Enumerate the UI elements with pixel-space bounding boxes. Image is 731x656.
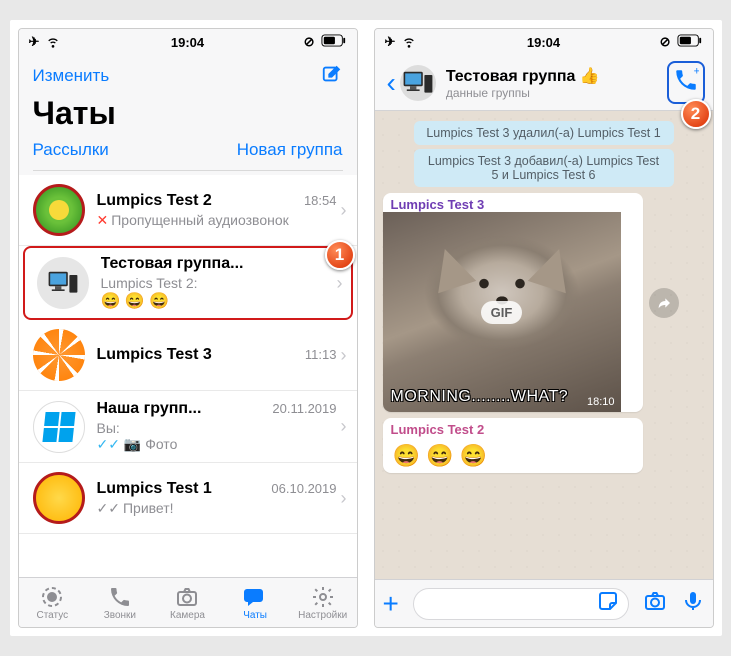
tab-label: Настройки	[298, 610, 347, 621]
tab-label: Статус	[36, 610, 68, 621]
chat-time: 06.10.2019	[271, 481, 336, 496]
conversation-header: ‹ Тестовая группа 👍 данные группы + 2	[375, 55, 713, 111]
page-title: Чаты	[33, 91, 343, 132]
annotation-marker-2: 2	[681, 99, 711, 129]
microphone-icon[interactable]	[681, 589, 705, 618]
status-bar: ✈︎ 19:04 ⊘	[375, 29, 713, 55]
compose-icon[interactable]	[321, 63, 343, 90]
phone-conversation: ✈︎ 19:04 ⊘ ‹ Тестовая группа 👍 данные гр…	[374, 28, 714, 628]
chat-preview: Пропущенный аудиозвонок	[111, 212, 289, 228]
message-incoming[interactable]: Lumpics Test 3 GIF MORNING........WHAT? …	[383, 193, 643, 412]
annotation-marker-1: 1	[325, 240, 355, 270]
tab-camera[interactable]: Камера	[154, 578, 222, 627]
avatar	[33, 184, 85, 236]
status-bar: ✈︎ 19:04 ⊘	[19, 29, 357, 55]
message-content: 😄 😄 😄	[383, 437, 643, 473]
chevron-right-icon: ›	[341, 345, 347, 366]
chat-title: Lumpics Test 1	[97, 480, 212, 498]
edit-button[interactable]: Изменить	[33, 66, 110, 86]
tab-label: Звонки	[104, 610, 136, 621]
chat-title: Lumpics Test 3	[97, 346, 212, 364]
chat-preview: ✓✓ 📷 Фото	[97, 436, 178, 453]
chat-preview-author: Lumpics Test 2:	[101, 275, 198, 291]
chat-time: 20.11.2019	[272, 401, 336, 416]
status-time: 19:04	[19, 35, 357, 50]
chat-preview-emojis: 😄 😄 😄	[101, 291, 170, 311]
system-message: Lumpics Test 3 удалил(-а) Lumpics Test 1	[414, 121, 674, 145]
system-message: Lumpics Test 3 добавил(-а) Lumpics Test …	[414, 149, 674, 187]
gif-caption: MORNING........WHAT?	[391, 388, 569, 406]
message-incoming[interactable]: Lumpics Test 2 😄 😄 😄	[383, 418, 643, 473]
back-button[interactable]: ‹	[383, 67, 400, 99]
tab-settings[interactable]: Настройки	[289, 578, 357, 627]
sticker-icon[interactable]	[596, 589, 620, 618]
chat-time: 18:54	[304, 193, 337, 208]
chat-title: Наша групп...	[97, 400, 202, 418]
message-input[interactable]	[413, 588, 629, 620]
chevron-right-icon: ›	[341, 200, 347, 221]
svg-text:+: +	[693, 67, 698, 78]
avatar	[37, 257, 89, 309]
conversation-title-block[interactable]: Тестовая группа 👍 данные группы	[446, 66, 667, 100]
chat-item[interactable]: Lumpics Test 3 11:13 ›	[19, 320, 357, 391]
status-time: 19:04	[375, 35, 713, 50]
chevron-right-icon: ›	[341, 416, 347, 437]
chevron-right-icon: ›	[337, 273, 343, 294]
chat-preview: Привет!	[123, 500, 174, 516]
screenshot-pair: ✈︎ 19:04 ⊘ Изменить Чаты	[10, 20, 722, 636]
message-sender: Lumpics Test 2	[383, 418, 643, 437]
chat-item[interactable]: Наша групп... 20.11.2019 Вы: ✓✓ 📷 Фото ›	[19, 391, 357, 463]
chat-title: Lumpics Test 2	[97, 192, 212, 210]
attach-button[interactable]: +	[383, 588, 399, 620]
chat-time: 11:13	[305, 347, 337, 362]
phone-chats: ✈︎ 19:04 ⊘ Изменить Чаты	[18, 28, 358, 628]
chevron-right-icon: ›	[341, 488, 347, 509]
chat-item[interactable]: Lumpics Test 1 06.10.2019 ✓✓ Привет! ›	[19, 463, 357, 534]
message-input-bar: +	[375, 579, 713, 627]
tab-calls[interactable]: Звонки	[86, 578, 154, 627]
tab-chats[interactable]: Чаты	[221, 578, 289, 627]
gif-attachment[interactable]: GIF MORNING........WHAT? 18:10	[383, 212, 621, 412]
chat-item[interactable]: Lumpics Test 2 18:54 ✕ Пропущенный аудио…	[19, 175, 357, 246]
tab-label: Чаты	[243, 610, 267, 621]
camera-icon[interactable]	[643, 589, 667, 618]
chat-preview-author: Вы:	[97, 420, 120, 436]
chat-title: Тестовая группа...	[101, 255, 244, 273]
tab-bar: Статус Звонки Камера Чаты Настройки	[19, 577, 357, 627]
avatar	[33, 401, 85, 453]
conversation-subtitle: данные группы	[446, 86, 667, 100]
chat-item-highlighted[interactable]: 1 Тестовая группа... Lumpics Test 2: 😄 😄…	[23, 246, 353, 320]
tab-label: Камера	[170, 610, 205, 621]
forward-icon[interactable]	[649, 288, 679, 318]
avatar	[33, 329, 85, 381]
message-sender: Lumpics Test 3	[383, 193, 643, 212]
avatar	[33, 472, 85, 524]
conversation-body: Lumpics Test 3 удалил(-а) Lumpics Test 1…	[375, 111, 713, 579]
chats-header: Изменить Чаты Рассылки Новая группа	[19, 55, 357, 175]
missed-call-icon: ✕	[97, 212, 109, 229]
conversation-title: Тестовая группа 👍	[446, 66, 667, 86]
chat-list: Lumpics Test 2 18:54 ✕ Пропущенный аудио…	[19, 175, 357, 577]
group-avatar[interactable]	[400, 65, 436, 101]
call-button[interactable]: +	[667, 61, 705, 104]
broadcasts-link[interactable]: Рассылки	[33, 140, 109, 160]
message-time: 18:10	[587, 396, 615, 408]
tab-status[interactable]: Статус	[19, 578, 87, 627]
gif-badge: GIF	[481, 301, 523, 324]
new-group-link[interactable]: Новая группа	[237, 140, 343, 160]
